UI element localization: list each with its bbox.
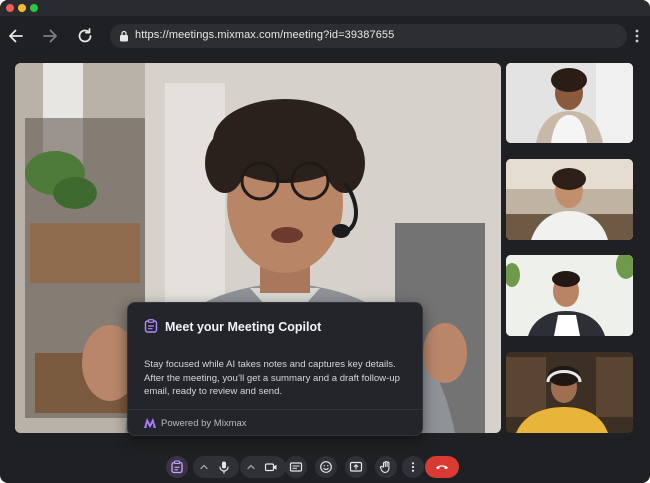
participant-3-illustration <box>506 255 633 336</box>
copilot-description: Stay focused while AI takes notes and ca… <box>144 359 400 398</box>
address-bar[interactable]: https://meetings.mixmax.com/meeting?id=3… <box>110 24 627 48</box>
reload-icon <box>78 28 92 43</box>
camera-control[interactable] <box>240 456 286 478</box>
call-controls-bar <box>0 452 650 482</box>
copilot-toggle-button[interactable] <box>166 456 188 478</box>
participant-thumbnail-3[interactable] <box>506 255 633 336</box>
copilot-title: Meet your Meeting Copilot <box>165 320 322 334</box>
end-call-button[interactable] <box>425 456 459 478</box>
phone-hangup-icon <box>436 465 448 470</box>
back-button[interactable] <box>6 26 26 46</box>
browser-toolbar: https://meetings.mixmax.com/meeting?id=3… <box>0 16 650 56</box>
title-bar <box>0 0 650 16</box>
reload-button[interactable] <box>75 26 95 46</box>
lock-icon <box>120 30 128 42</box>
url-text: https://meetings.mixmax.com/meeting?id=3… <box>135 29 395 41</box>
meeting-copilot-popup: Meet your Meeting Copilot Stay focused w… <box>127 302 423 436</box>
participant-thumbnail-1[interactable] <box>506 63 633 143</box>
raise-hand-button[interactable] <box>375 456 397 478</box>
emoji-icon <box>320 461 332 473</box>
reactions-button[interactable] <box>315 456 337 478</box>
participant-thumbnail-4[interactable] <box>506 352 633 433</box>
microphone-icon[interactable] <box>217 460 231 474</box>
chevron-up-icon[interactable] <box>244 460 258 474</box>
divider <box>128 409 422 410</box>
microphone-control[interactable] <box>193 456 239 478</box>
copilot-clipboard-icon <box>144 319 158 333</box>
participant-4-illustration <box>506 352 633 433</box>
captions-button[interactable] <box>285 456 307 478</box>
more-options-button[interactable] <box>402 456 424 478</box>
kebab-menu-icon[interactable] <box>630 27 644 45</box>
present-screen-icon <box>349 461 363 472</box>
present-screen-button[interactable] <box>345 456 367 478</box>
captions-icon <box>289 462 303 472</box>
minimize-window-button[interactable] <box>18 4 26 12</box>
chevron-up-icon[interactable] <box>197 460 211 474</box>
forward-button[interactable] <box>40 26 60 46</box>
maximize-window-button[interactable] <box>30 4 38 12</box>
browser-window: https://meetings.mixmax.com/meeting?id=3… <box>0 0 650 483</box>
clipboard-icon <box>171 460 183 474</box>
mixmax-logo-icon <box>144 418 156 428</box>
more-vertical-icon <box>411 462 415 472</box>
hand-icon <box>379 460 390 474</box>
powered-by-label: Powered by Mixmax <box>161 418 247 429</box>
participant-thumbnail-2[interactable] <box>506 159 633 240</box>
camera-icon[interactable] <box>264 460 278 474</box>
participant-2-illustration <box>506 159 633 240</box>
close-window-button[interactable] <box>6 4 14 12</box>
arrow-right-icon <box>43 29 57 43</box>
arrow-left-icon <box>9 29 23 43</box>
participant-1-illustration <box>506 63 633 143</box>
